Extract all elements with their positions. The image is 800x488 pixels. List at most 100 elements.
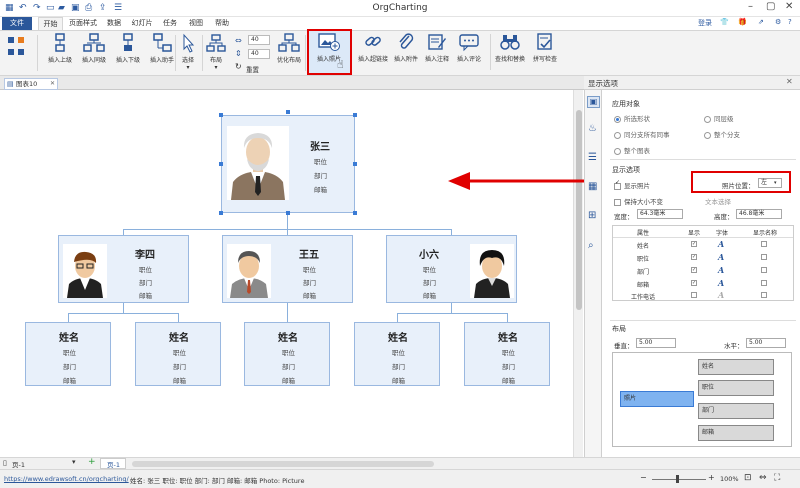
- share-icon[interactable]: ⇗: [758, 18, 764, 26]
- gift-icon[interactable]: 🎁: [738, 18, 747, 26]
- list-icon[interactable]: ☰: [588, 152, 597, 163]
- text-select-link[interactable]: 文本选择: [705, 196, 731, 206]
- insert-comment-button[interactable]: 插入评论: [453, 32, 485, 63]
- menu-tab-home[interactable]: 开始: [38, 17, 63, 30]
- website-link[interactable]: https://www.edrawsoft.cn/orgcharting/: [4, 475, 129, 483]
- display-options-icon[interactable]: ▣: [587, 96, 600, 108]
- resize-handle[interactable]: [353, 162, 357, 166]
- layout-field-department[interactable]: 部门: [698, 403, 774, 419]
- reset-button[interactable]: 重置: [246, 64, 259, 74]
- resize-handle[interactable]: [219, 113, 223, 117]
- show-name-checkbox[interactable]: [761, 241, 767, 247]
- insert-peer-button[interactable]: 插入同级: [77, 33, 111, 64]
- resize-handle[interactable]: [353, 211, 357, 215]
- org-node-leaf[interactable]: 姓名 职位 部门 邮箱: [464, 322, 550, 386]
- fill-icon[interactable]: ♨: [588, 123, 597, 134]
- radio-whole-branch[interactable]: 整个分支: [704, 129, 740, 139]
- show-checkbox[interactable]: ✓: [691, 280, 697, 286]
- format-painter-button[interactable]: [2, 33, 32, 65]
- minimize-icon[interactable]: –: [748, 1, 753, 12]
- show-name-checkbox[interactable]: [761, 292, 767, 298]
- insert-assistant-button[interactable]: 插入助手: [145, 33, 179, 64]
- keep-size-checkbox[interactable]: 保持大小不变: [614, 196, 663, 206]
- insert-attachment-button[interactable]: 插入附件: [390, 32, 422, 63]
- resize-handle[interactable]: [219, 211, 223, 215]
- font-icon[interactable]: A: [718, 252, 724, 262]
- layout-button[interactable]: 布局 ▾: [205, 33, 227, 71]
- org-node-wang-wu[interactable]: 王五 职位 部门 邮箱: [222, 235, 353, 303]
- chart-canvas[interactable]: 张三 职位 部门 邮箱 李四 职位 部门 邮箱 王五 职位 部门 邮箱 小六 职…: [0, 90, 573, 457]
- spell-check-button[interactable]: 拼写检查: [528, 32, 562, 63]
- fit-width-icon[interactable]: ⇔: [759, 473, 767, 483]
- menu-tab-page-style[interactable]: 页面样式: [66, 17, 100, 30]
- vertical-scrollbar[interactable]: [573, 90, 583, 457]
- font-icon[interactable]: A: [718, 265, 724, 275]
- layout-field-position[interactable]: 职位: [698, 380, 774, 396]
- find-replace-button[interactable]: 查找和替换: [493, 32, 527, 63]
- org-node-leaf[interactable]: 姓名 职位 部门 邮箱: [354, 322, 440, 386]
- zoom-slider[interactable]: [652, 479, 706, 480]
- radio-selected-shape[interactable]: 所选形状: [614, 113, 650, 123]
- close-tab-icon[interactable]: ✕: [50, 79, 55, 89]
- layout-field-name[interactable]: 姓名: [698, 359, 774, 375]
- zoom-out-icon[interactable]: −: [640, 473, 647, 482]
- org-node-leaf[interactable]: 姓名 职位 部门 邮箱: [25, 322, 111, 386]
- panel-close-icon[interactable]: ✕: [786, 77, 793, 86]
- show-name-checkbox[interactable]: [761, 267, 767, 273]
- page-selector[interactable]: 页-1: [12, 459, 25, 469]
- photo-position-select[interactable]: 左 ▾: [758, 178, 782, 188]
- font-icon[interactable]: A: [718, 239, 724, 249]
- height-input[interactable]: 46.8毫米: [736, 209, 782, 219]
- show-checkbox[interactable]: ✓: [691, 241, 697, 247]
- select-button[interactable]: 选择 ▾: [177, 33, 199, 71]
- close-icon[interactable]: ✕: [785, 1, 793, 12]
- insert-hyperlink-button[interactable]: 插入超链接: [356, 32, 390, 63]
- menu-tab-tasks[interactable]: 任务: [160, 17, 180, 30]
- menu-file[interactable]: 文件: [2, 17, 32, 30]
- radio-whole-chart[interactable]: 整个图表: [614, 145, 650, 155]
- tree-icon[interactable]: ⊞: [588, 210, 596, 221]
- org-node-li-si[interactable]: 李四 职位 部门 邮箱: [58, 235, 189, 303]
- zoom-slider-thumb[interactable]: [676, 475, 679, 483]
- login-button[interactable]: 登录: [698, 18, 712, 28]
- width-input[interactable]: 64.3毫米: [637, 209, 683, 219]
- layout-photo-block[interactable]: 照片: [620, 391, 694, 407]
- page-list-icon[interactable]: ▯: [3, 459, 7, 467]
- radio-same-level[interactable]: 同层级: [704, 113, 734, 123]
- insert-note-button[interactable]: 插入注释: [422, 32, 452, 63]
- insert-superior-button[interactable]: 插入上级: [43, 33, 77, 64]
- show-name-checkbox[interactable]: [761, 280, 767, 286]
- menu-tab-view[interactable]: 视图: [186, 17, 206, 30]
- document-tab[interactable]: ▤ 图表10 ✕: [4, 78, 58, 90]
- insert-subordinate-button[interactable]: 插入下级: [111, 33, 145, 64]
- maximize-icon[interactable]: ▢: [766, 1, 775, 12]
- menu-tab-help[interactable]: 帮助: [212, 17, 232, 30]
- org-node-xiao-liu[interactable]: 小六 职位 部门 邮箱: [386, 235, 517, 303]
- resize-handle[interactable]: [286, 211, 290, 215]
- fit-page-icon[interactable]: ⊡: [744, 473, 752, 483]
- settings-icon[interactable]: ⚙: [775, 18, 781, 26]
- resize-handle[interactable]: [219, 162, 223, 166]
- spacing-horizontal-input[interactable]: 40: [248, 35, 270, 45]
- layout-field-email[interactable]: 邮箱: [698, 425, 774, 441]
- show-checkbox[interactable]: ✓: [691, 254, 697, 260]
- show-checkbox[interactable]: ✓: [691, 267, 697, 273]
- page-tab[interactable]: 页-1: [100, 458, 126, 469]
- font-icon[interactable]: A: [718, 278, 724, 288]
- zoom-in-icon[interactable]: +: [708, 473, 715, 482]
- resize-handle[interactable]: [353, 113, 357, 117]
- page-dropdown-icon[interactable]: ▾: [72, 458, 76, 466]
- horizontal-scrollbar[interactable]: [132, 461, 434, 467]
- shirt-icon[interactable]: 👕: [720, 18, 729, 26]
- spacing-vertical-input[interactable]: 40: [248, 49, 270, 59]
- vertical-spacing-input[interactable]: 5.00: [636, 338, 676, 348]
- horizontal-spacing-input[interactable]: 5.00: [746, 338, 786, 348]
- font-icon[interactable]: A: [718, 290, 724, 300]
- reset-icon[interactable]: ↻: [235, 62, 242, 71]
- menu-tab-slides[interactable]: 幻灯片: [128, 17, 156, 30]
- search-panel-icon[interactable]: ⌕: [588, 240, 594, 251]
- fullscreen-icon[interactable]: ⛶: [774, 473, 780, 483]
- optimize-layout-button[interactable]: 优化布局: [272, 33, 306, 64]
- radio-same-branch-peers[interactable]: 同分支所有同事: [614, 129, 670, 139]
- show-name-checkbox[interactable]: [761, 254, 767, 260]
